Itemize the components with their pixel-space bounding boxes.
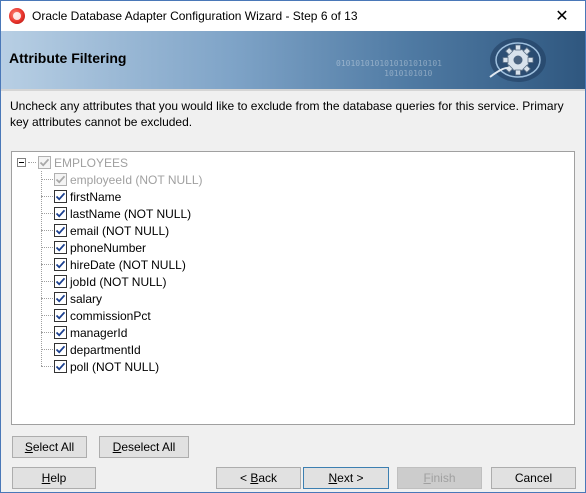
attribute-checkbox[interactable] xyxy=(54,190,67,203)
cancel-label: Cancel xyxy=(514,471,553,485)
back-mnemonic: B xyxy=(250,471,259,485)
collapse-icon[interactable] xyxy=(17,158,26,167)
finish-button[interactable]: Finish xyxy=(397,467,482,489)
deselect-all-mnemonic: D xyxy=(112,440,122,454)
tree-connector xyxy=(41,298,53,299)
close-button[interactable]: ✕ xyxy=(539,1,585,31)
root-checkbox xyxy=(38,156,51,169)
attribute-tree[interactable]: EMPLOYEES employeeId (NOT NULL) firstName… xyxy=(11,151,575,425)
checkmark-icon xyxy=(55,226,66,235)
cancel-button[interactable]: Cancel xyxy=(491,467,576,489)
adapter-gear-icon xyxy=(489,38,546,82)
oracle-app-icon xyxy=(9,8,25,24)
wizard-window: Oracle Database Adapter Configuration Wi… xyxy=(0,0,586,493)
tree-connector xyxy=(41,315,53,316)
tree-connector xyxy=(41,349,53,350)
attribute-checkbox[interactable] xyxy=(54,258,67,271)
tree-connector xyxy=(41,281,53,282)
back-label: ack xyxy=(258,471,278,485)
tree-root-employees[interactable]: EMPLOYEES xyxy=(17,154,128,171)
checkmark-icon xyxy=(55,209,66,218)
tree-item-attribute[interactable]: salary xyxy=(41,290,102,307)
checkmark-icon xyxy=(55,311,66,320)
next-button[interactable]: Next > xyxy=(303,467,389,489)
tree-item-attribute[interactable]: employeeId (NOT NULL) xyxy=(41,171,203,188)
deselect-all-button[interactable]: Deselect All xyxy=(99,436,189,458)
banner-binary-decoration: 0101010101010101010101 1010101010 xyxy=(336,59,442,78)
tree-connector xyxy=(41,332,53,333)
select-all-button[interactable]: Select All xyxy=(12,436,87,458)
finish-mnemonic: F xyxy=(423,471,431,485)
attribute-checkbox[interactable] xyxy=(54,275,67,288)
select-all-label: elect All xyxy=(32,440,75,454)
attribute-label: firstName xyxy=(70,189,122,204)
attribute-checkbox[interactable] xyxy=(54,207,67,220)
select-all-mnemonic: S xyxy=(24,440,33,454)
checkmark-icon xyxy=(55,345,66,354)
instructions-text: Uncheck any attributes that you would li… xyxy=(10,99,564,129)
attribute-checkbox[interactable] xyxy=(54,326,67,339)
tree-item-attribute[interactable]: poll (NOT NULL) xyxy=(41,358,159,375)
next-mnemonic: N xyxy=(328,471,338,485)
attribute-label: commissionPct xyxy=(70,308,151,323)
checkmark-icon xyxy=(55,277,66,286)
attribute-label: phoneNumber xyxy=(70,240,147,255)
title-bar: Oracle Database Adapter Configuration Wi… xyxy=(1,1,585,31)
tree-item-attribute[interactable]: firstName xyxy=(41,188,121,205)
attribute-label: email (NOT NULL) xyxy=(70,223,170,238)
window-title: Oracle Database Adapter Configuration Wi… xyxy=(32,9,358,23)
tree-connector xyxy=(41,230,53,231)
tree-item-attribute[interactable]: commissionPct xyxy=(41,307,151,324)
page-title: Attribute Filtering xyxy=(9,50,127,66)
next-label: ext > xyxy=(337,471,364,485)
attribute-label: departmentId xyxy=(70,342,141,357)
attribute-label: managerId xyxy=(70,325,128,340)
back-prefix: < xyxy=(239,471,251,485)
attribute-checkbox[interactable] xyxy=(54,309,67,322)
banner-divider xyxy=(1,89,585,91)
checkmark-icon xyxy=(55,243,66,252)
checkmark-icon xyxy=(55,192,66,201)
tree-item-attribute[interactable]: departmentId xyxy=(41,341,141,358)
deselect-all-label: eselect All xyxy=(121,440,176,454)
header-banner: Attribute Filtering 01010101010101010101… xyxy=(1,31,585,89)
attribute-label: hireDate (NOT NULL) xyxy=(70,257,186,272)
tree-connector xyxy=(41,179,53,180)
tree-item-attribute[interactable]: jobId (NOT NULL) xyxy=(41,273,166,290)
tree-item-attribute[interactable]: managerId xyxy=(41,324,127,341)
checkmark-icon xyxy=(55,175,66,184)
attribute-checkbox[interactable] xyxy=(54,292,67,305)
checkmark-icon xyxy=(55,294,66,303)
tree-connector xyxy=(41,196,53,197)
checkmark-icon xyxy=(55,362,66,371)
back-button[interactable]: < Back xyxy=(216,467,301,489)
tree-connector xyxy=(41,247,53,248)
tree-item-attribute[interactable]: email (NOT NULL) xyxy=(41,222,169,239)
help-mnemonic: H xyxy=(41,471,51,485)
tree-root-label: EMPLOYEES xyxy=(54,155,129,170)
attribute-checkbox xyxy=(54,173,67,186)
tree-connector xyxy=(28,162,36,163)
finish-label: inish xyxy=(430,471,456,485)
tree-connector xyxy=(41,366,53,367)
attribute-checkbox[interactable] xyxy=(54,241,67,254)
attribute-checkbox[interactable] xyxy=(54,343,67,356)
attribute-label: salary xyxy=(70,291,103,306)
tree-item-attribute[interactable]: phoneNumber xyxy=(41,239,146,256)
checkmark-icon xyxy=(55,260,66,269)
attribute-label: employeeId (NOT NULL) xyxy=(70,172,203,187)
tree-item-attribute[interactable]: lastName (NOT NULL) xyxy=(41,205,191,222)
tree-connector xyxy=(41,213,53,214)
attribute-checkbox[interactable] xyxy=(54,224,67,237)
attribute-checkbox[interactable] xyxy=(54,360,67,373)
help-label: elp xyxy=(50,471,67,485)
tree-connector xyxy=(41,264,53,265)
attribute-label: jobId (NOT NULL) xyxy=(70,274,167,289)
checkmark-icon xyxy=(55,328,66,337)
attribute-label: lastName (NOT NULL) xyxy=(70,206,192,221)
help-button[interactable]: Help xyxy=(12,467,96,489)
attribute-label: poll (NOT NULL) xyxy=(70,359,160,374)
tree-item-attribute[interactable]: hireDate (NOT NULL) xyxy=(41,256,186,273)
